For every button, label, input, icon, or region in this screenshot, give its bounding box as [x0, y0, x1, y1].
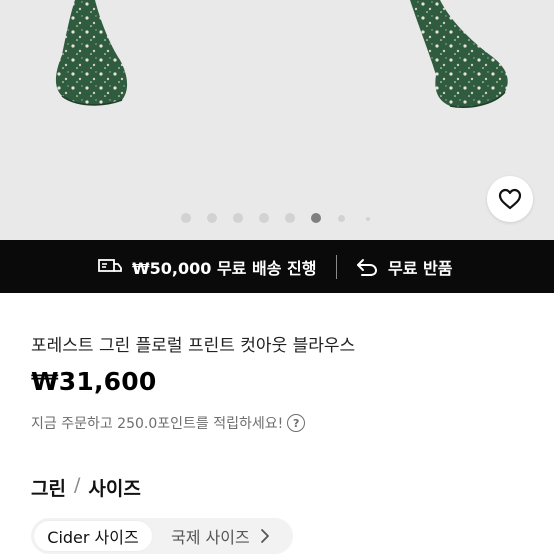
carousel-dot[interactable]	[181, 213, 191, 223]
free-shipping-promo: ₩50,000 무료 배송 진행	[98, 240, 316, 293]
points-notice: 지금 주문하고 250.0포인트를 적립하세요! ?	[31, 413, 306, 433]
option-separator: /	[73, 474, 81, 496]
question-icon[interactable]: ?	[287, 414, 306, 432]
carousel-dot[interactable]	[259, 213, 269, 223]
product-title: 포레스트 그린 플로럴 프린트 컷아웃 블라우스	[31, 336, 356, 356]
return-arrow-icon	[357, 258, 378, 276]
product-image-carousel[interactable]	[0, 0, 554, 240]
size-heading: 사이즈	[88, 478, 141, 500]
carousel-dot-active[interactable]	[311, 213, 321, 223]
free-returns-text: 무료 반품	[388, 258, 453, 278]
tab-cider-size-label: Cider 사이즈	[47, 528, 139, 547]
points-text: 지금 주문하고 250.0포인트를 적립하세요!	[31, 416, 284, 432]
promo-divider	[336, 255, 337, 279]
carousel-dot[interactable]	[338, 215, 345, 222]
tab-international-size[interactable]: 국제 사이즈	[171, 521, 272, 551]
option-heading: 그린 / 사이즈	[31, 474, 141, 501]
truck-icon	[98, 258, 122, 272]
promo-bar: ₩50,000 무료 배송 진행 무료 반품	[0, 240, 554, 293]
product-image	[55, 0, 508, 108]
carousel-dot[interactable]	[233, 213, 243, 223]
carousel-dot[interactable]	[207, 213, 217, 223]
size-system-tabs: Cider 사이즈 국제 사이즈	[31, 518, 293, 554]
free-returns-promo: 무료 반품	[356, 240, 452, 293]
carousel-dot[interactable]	[366, 216, 370, 221]
tab-international-size-label: 국제 사이즈	[171, 528, 250, 547]
chevron-right-icon	[260, 529, 269, 543]
free-shipping-text: ₩50,000 무료 배송 진행	[132, 258, 317, 278]
product-price: ₩31,600	[31, 367, 157, 396]
tab-cider-size[interactable]: Cider 사이즈	[34, 521, 152, 551]
heart-icon	[498, 188, 522, 210]
carousel-dot[interactable]	[285, 213, 295, 223]
selected-color: 그린	[31, 478, 66, 500]
carousel-pagination	[0, 212, 554, 224]
